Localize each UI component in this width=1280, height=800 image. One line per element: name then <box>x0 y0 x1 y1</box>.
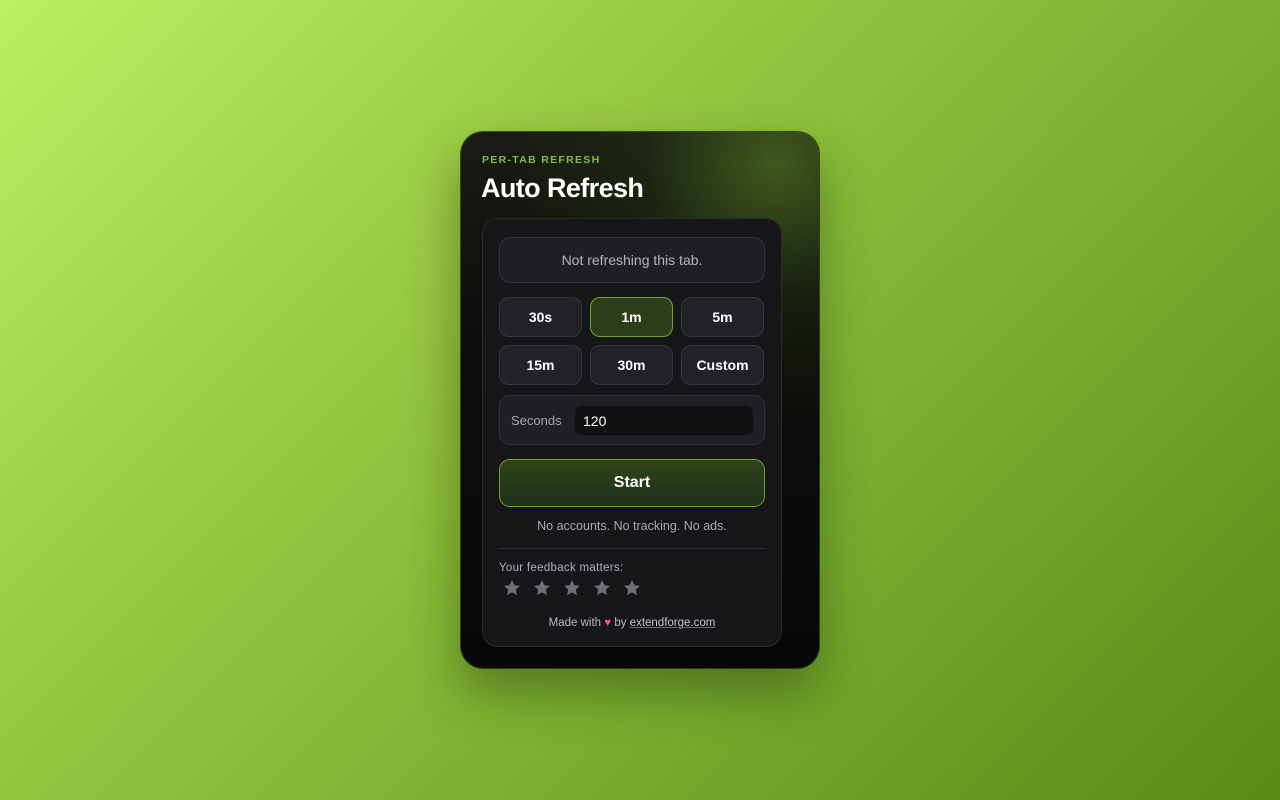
star-icon[interactable] <box>622 578 642 598</box>
extendforge-link[interactable]: extendforge.com <box>630 617 716 629</box>
footer: Made with ♥ by extendforge.com <box>483 617 781 629</box>
privacy-note: No accounts. No tracking. No ads. <box>537 519 727 533</box>
star-icon[interactable] <box>562 578 582 598</box>
seconds-label: Seconds <box>511 413 562 428</box>
interval-30s-button[interactable]: 30s <box>499 297 582 337</box>
eyebrow-label: PER-TAB REFRESH <box>482 154 601 166</box>
interval-5m-button[interactable]: 5m <box>681 297 764 337</box>
interval-grid: 30s 1m 5m 15m 30m Custom <box>499 297 765 385</box>
popup-card: PER-TAB REFRESH Auto Refresh Not refresh… <box>461 132 819 668</box>
star-rating <box>502 578 642 598</box>
seconds-row: Seconds <box>499 395 765 445</box>
seconds-input[interactable] <box>574 405 754 436</box>
page-title: Auto Refresh <box>481 173 644 203</box>
main-panel: Not refreshing this tab. 30s 1m 5m 15m 3… <box>482 218 782 647</box>
interval-15m-button[interactable]: 15m <box>499 345 582 385</box>
feedback-label: Your feedback matters: <box>499 562 624 574</box>
star-icon[interactable] <box>502 578 522 598</box>
divider <box>499 548 765 549</box>
interval-30m-button[interactable]: 30m <box>590 345 673 385</box>
interval-1m-button[interactable]: 1m <box>590 297 673 337</box>
heart-icon: ♥ <box>604 617 612 629</box>
interval-custom-button[interactable]: Custom <box>681 345 764 385</box>
start-button[interactable]: Start <box>499 459 765 507</box>
star-icon[interactable] <box>532 578 552 598</box>
made-with-text: Made with <box>548 617 602 629</box>
status-message: Not refreshing this tab. <box>499 237 765 283</box>
star-icon[interactable] <box>592 578 612 598</box>
by-text: by <box>614 617 627 629</box>
